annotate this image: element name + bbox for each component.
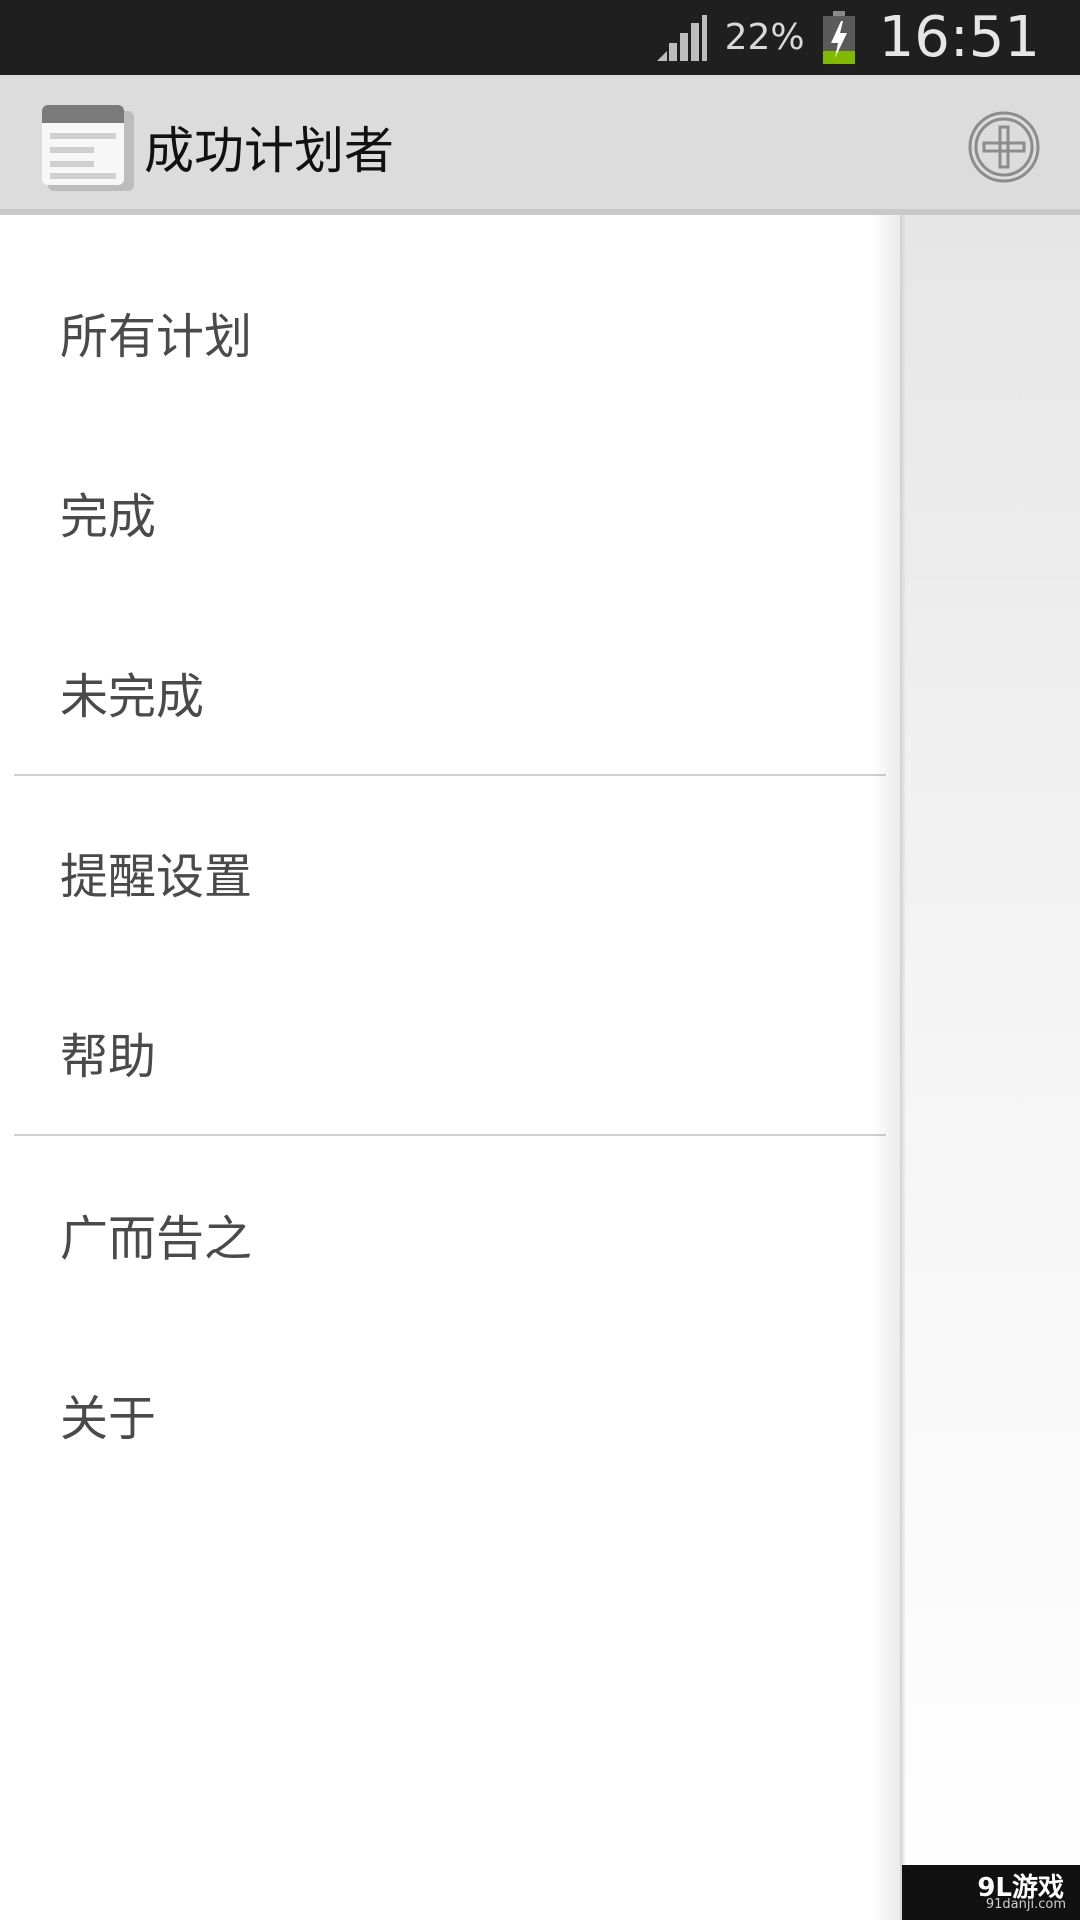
watermark-url: 91danji.com: [985, 1897, 1066, 1912]
menu-item-completed[interactable]: 完成: [60, 477, 156, 547]
menu-item-reminders[interactable]: 提醒设置: [60, 837, 252, 907]
content-area: [900, 215, 1080, 1920]
menu-item-all-plans[interactable]: 所有计划: [60, 297, 252, 367]
battery-percent: 22%: [724, 17, 805, 58]
battery-charging-icon: [822, 10, 855, 64]
status-icons: 22% 16:51: [655, 0, 1040, 75]
app-title: 成功计划者: [144, 122, 394, 180]
menu-item-about[interactable]: 关于: [60, 1379, 156, 1449]
signal-icon: [656, 14, 707, 61]
add-circle-icon: [968, 111, 1040, 183]
menu-item-promotion[interactable]: 广而告之: [60, 1199, 252, 1269]
status-bar: 22% 16:51: [0, 0, 1080, 75]
navigation-drawer: 所有计划 完成 未完成 提醒设置 帮助 广而告之 关于: [0, 215, 900, 1920]
app-notes-icon: [42, 105, 134, 191]
content-edge: [900, 215, 906, 1920]
menu-divider: [14, 1134, 886, 1136]
add-button[interactable]: [968, 111, 1040, 183]
drawer-shadow: [870, 215, 900, 1920]
clock: 16:51: [878, 5, 1040, 70]
menu-divider: [14, 774, 886, 776]
action-bar: 成功计划者: [0, 75, 1080, 215]
menu-item-incomplete[interactable]: 未完成: [60, 657, 204, 727]
watermark-logo: 9L游戏 91danji.com: [902, 1865, 1080, 1920]
menu-item-help[interactable]: 帮助: [60, 1017, 156, 1087]
